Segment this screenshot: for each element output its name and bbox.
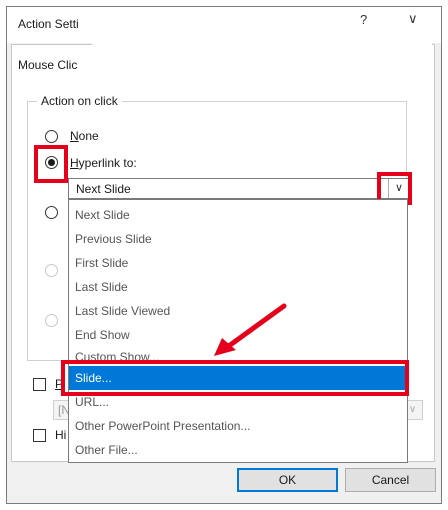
hyperlink-combo[interactable]: Next Slide ∨ bbox=[68, 178, 410, 199]
dropdown-item[interactable]: Other File... bbox=[75, 438, 138, 462]
dropdown-item[interactable]: Previous Slide bbox=[75, 227, 152, 251]
highlight-slide-item bbox=[61, 360, 409, 396]
radio-run-macro[interactable] bbox=[45, 264, 58, 277]
radio-object-action[interactable] bbox=[45, 314, 58, 327]
close-icon[interactable]: ∨ bbox=[408, 11, 418, 27]
ok-button[interactable]: OK bbox=[237, 468, 338, 492]
dropdown-item[interactable]: End Show bbox=[75, 323, 130, 347]
radio-none-label[interactable]: None bbox=[70, 129, 99, 143]
radio-none[interactable] bbox=[45, 130, 58, 143]
highlight-radio-hyperlink bbox=[34, 145, 68, 183]
radio-hyperlink-label[interactable]: Hyperlink to: bbox=[70, 156, 137, 170]
dialog-title: Action Setti bbox=[18, 17, 79, 31]
action-on-click-legend: Action on click bbox=[37, 94, 122, 108]
tab-mask bbox=[92, 38, 432, 78]
arrow-annotation-icon bbox=[214, 303, 287, 356]
dropdown-item[interactable]: Last Slide bbox=[75, 275, 128, 299]
dropdown-item[interactable]: First Slide bbox=[75, 251, 128, 275]
play-sound-checkbox[interactable] bbox=[33, 378, 46, 391]
dropdown-item[interactable]: Last Slide Viewed bbox=[75, 299, 170, 323]
dropdown-item[interactable]: Other PowerPoint Presentation... bbox=[75, 414, 250, 438]
help-icon[interactable]: ? bbox=[360, 12, 367, 27]
hyperlink-combo-value: Next Slide bbox=[76, 182, 131, 196]
radio-run-program[interactable] bbox=[45, 206, 58, 219]
highlight-click-checkbox[interactable] bbox=[33, 429, 46, 442]
highlight-click-label: Hi bbox=[55, 428, 67, 442]
dropdown-item[interactable]: Next Slide bbox=[75, 203, 130, 227]
tab-mouse-click[interactable]: Mouse Clic bbox=[18, 58, 77, 72]
cancel-button[interactable]: Cancel bbox=[345, 468, 436, 492]
